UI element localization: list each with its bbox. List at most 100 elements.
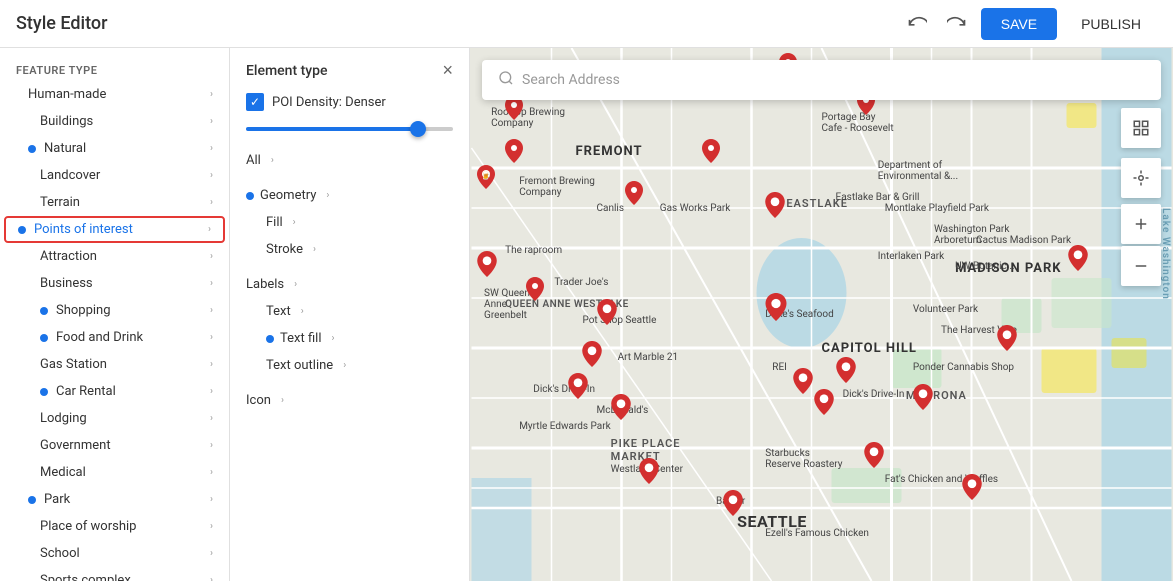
poi-marker-6[interactable]	[477, 251, 497, 281]
poi-marker-4[interactable]	[625, 181, 643, 209]
chevron-icon: ›	[331, 333, 334, 344]
poi-density-checkbox-row: POI Density: Denser	[246, 93, 453, 111]
chevron-icon: ›	[210, 440, 213, 451]
poi-marker-12[interactable]	[639, 458, 659, 488]
sidebar-item-buildings[interactable]: Buildings ›	[0, 108, 229, 135]
sidebar-item-place-of-worship[interactable]: Place of worship ›	[0, 513, 229, 540]
header-actions: SAVE PUBLISH	[901, 8, 1157, 40]
feature-panel-title: Feature type	[0, 56, 229, 81]
dot-indicator	[40, 307, 48, 315]
chevron-icon: ›	[210, 143, 213, 154]
poi-marker-8[interactable]	[597, 299, 617, 329]
poi-marker-17[interactable]	[765, 293, 787, 325]
poi-marker-2[interactable]	[505, 96, 523, 124]
sidebar-item-terrain[interactable]: Terrain ›	[0, 189, 229, 216]
chevron-icon: ›	[210, 89, 213, 100]
element-item-icon[interactable]: Icon ›	[246, 387, 453, 414]
elem-label: Text fill	[280, 331, 321, 346]
elem-label: Text	[266, 304, 291, 319]
location-button[interactable]	[1121, 158, 1161, 198]
element-item-stroke[interactable]: Stroke ›	[246, 236, 453, 263]
chevron-icon: ›	[208, 224, 211, 235]
poi-marker-10[interactable]	[568, 373, 588, 403]
elem-label: Icon	[246, 393, 271, 408]
sidebar-item-government[interactable]: Government ›	[0, 432, 229, 459]
element-item-all[interactable]: All ›	[246, 147, 453, 174]
chevron-icon: ›	[301, 306, 304, 317]
poi-marker-13[interactable]	[702, 139, 720, 167]
poi-marker-11[interactable]	[611, 394, 631, 424]
sidebar-item-landcover[interactable]: Landcover ›	[0, 162, 229, 189]
item-label: Attraction	[40, 249, 97, 264]
undo-button[interactable]	[901, 8, 933, 40]
sidebar-item-car-rental[interactable]: Car Rental ›	[0, 378, 229, 405]
poi-marker-7[interactable]	[526, 277, 544, 305]
item-label: Shopping	[56, 303, 111, 318]
sidebar-item-medical[interactable]: Medical ›	[0, 459, 229, 486]
density-slider[interactable]	[246, 127, 453, 131]
poi-marker-5[interactable]	[505, 139, 523, 167]
poi-marker-23[interactable]	[997, 325, 1017, 355]
zoom-out-button[interactable]	[1121, 246, 1161, 286]
element-item-text-outline[interactable]: Text outline ›	[246, 352, 453, 379]
poi-marker-21[interactable]	[814, 389, 834, 419]
element-item-geometry[interactable]: Geometry ›	[246, 182, 453, 209]
map-area[interactable]: Search Address	[470, 48, 1173, 581]
poi-marker-24[interactable]	[1068, 245, 1088, 275]
element-item-fill[interactable]: Fill ›	[246, 209, 453, 236]
sidebar-item-natural[interactable]: Natural ›	[0, 135, 229, 162]
poi-marker-22[interactable]	[913, 384, 933, 414]
poi-marker-18[interactable]	[836, 357, 856, 387]
sidebar-item-sports-complex[interactable]: Sports complex ›	[0, 567, 229, 581]
save-button[interactable]: SAVE	[981, 8, 1057, 40]
item-label: Business	[40, 276, 93, 291]
sidebar-item-attraction[interactable]: Attraction ›	[0, 243, 229, 270]
chevron-icon: ›	[210, 575, 213, 581]
sidebar-item-gas-station[interactable]: Gas Station ›	[0, 351, 229, 378]
poi-marker-26[interactable]	[962, 474, 982, 504]
dot-indicator	[266, 335, 274, 343]
element-panel-header: Element type ×	[246, 60, 453, 81]
sidebar-item-school[interactable]: School ›	[0, 540, 229, 567]
poi-marker-14[interactable]	[765, 192, 785, 222]
poi-marker-20[interactable]	[864, 442, 884, 472]
element-item-labels[interactable]: Labels ›	[246, 271, 453, 298]
element-item-text[interactable]: Text ›	[246, 298, 453, 325]
elem-label: Labels	[246, 277, 284, 292]
poi-marker-1[interactable]: 🍺	[477, 165, 495, 193]
poi-marker-19[interactable]	[793, 368, 813, 398]
item-label: School	[40, 546, 80, 561]
expand-button[interactable]	[1121, 108, 1161, 148]
sidebar-item-human-made[interactable]: Human-made ›	[0, 81, 229, 108]
density-slider-container	[246, 127, 453, 131]
map-controls	[1121, 108, 1161, 286]
element-item-text-fill[interactable]: Text fill ›	[246, 325, 453, 352]
poi-density-label: POI Density: Denser	[272, 95, 386, 110]
item-label: Human-made	[28, 87, 106, 102]
sidebar-item-park[interactable]: Park ›	[0, 486, 229, 513]
chevron-icon: ›	[210, 413, 213, 424]
poi-density-checkbox[interactable]	[246, 93, 264, 111]
dot-indicator	[28, 496, 36, 504]
search-icon	[498, 70, 514, 90]
poi-marker-25[interactable]	[723, 490, 743, 520]
chevron-icon: ›	[210, 170, 213, 181]
sidebar-item-points-of-interest[interactable]: Points of interest ›	[4, 216, 225, 243]
search-bar[interactable]: Search Address	[482, 60, 1161, 100]
redo-button[interactable]	[941, 8, 973, 40]
chevron-icon: ›	[293, 217, 296, 228]
poi-marker-9[interactable]	[582, 341, 602, 371]
publish-button[interactable]: PUBLISH	[1065, 8, 1157, 40]
zoom-in-button[interactable]	[1121, 204, 1161, 244]
dot-indicator	[40, 334, 48, 342]
sidebar-item-lodging[interactable]: Lodging ›	[0, 405, 229, 432]
sidebar-item-food-and-drink[interactable]: Food and Drink ›	[0, 324, 229, 351]
elem-label: Fill	[266, 215, 283, 230]
close-button[interactable]: ×	[442, 60, 453, 81]
sidebar-item-business[interactable]: Business ›	[0, 270, 229, 297]
sidebar-item-shopping[interactable]: Shopping ›	[0, 297, 229, 324]
slider-thumb[interactable]	[410, 121, 426, 137]
chevron-icon: ›	[210, 386, 213, 397]
chevron-icon: ›	[210, 467, 213, 478]
main-content: Feature type Human-made › Buildings › Na…	[0, 48, 1173, 581]
